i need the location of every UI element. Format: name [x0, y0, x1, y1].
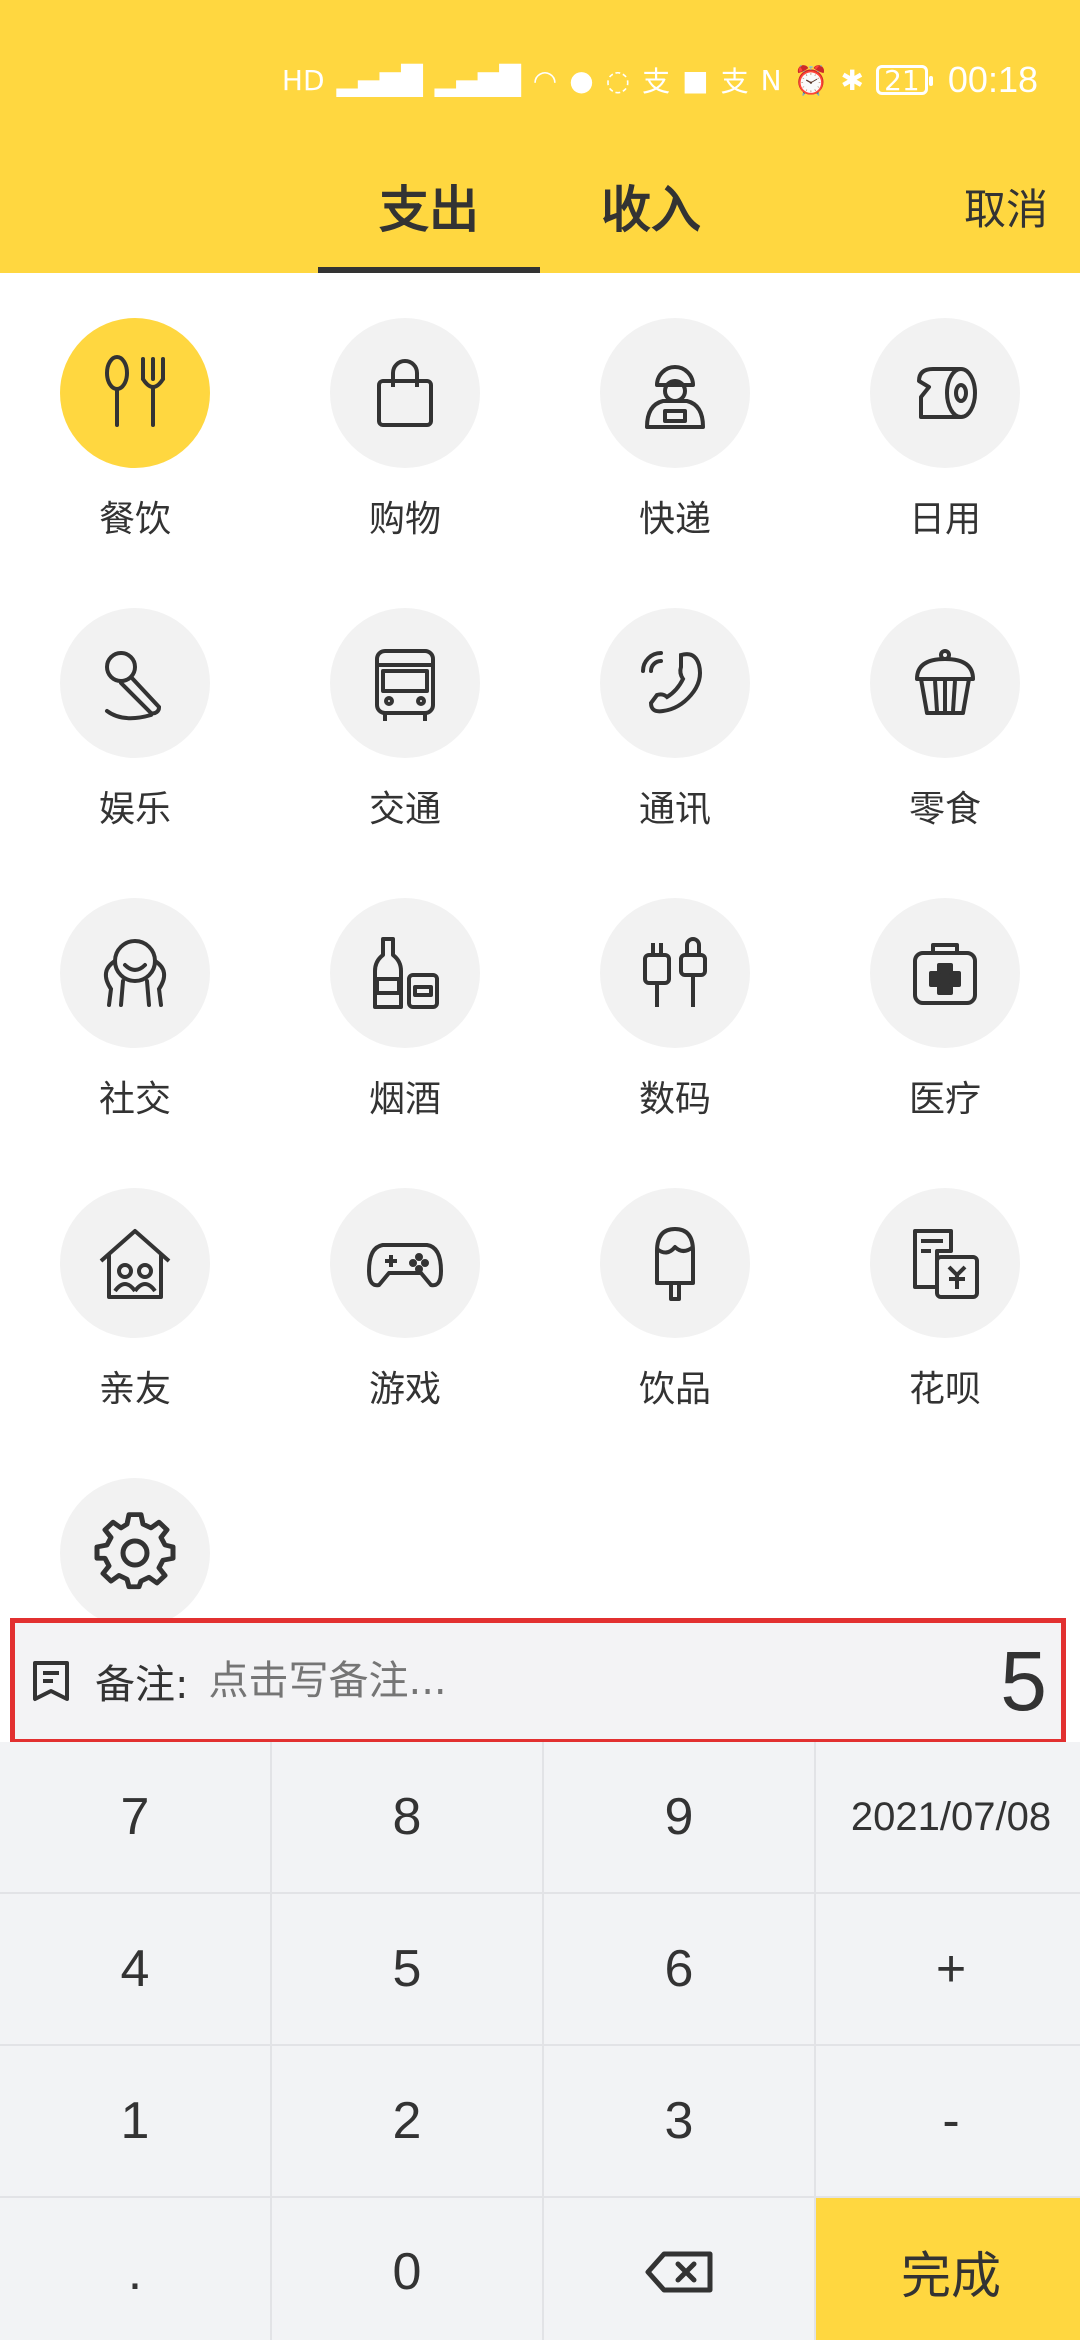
- game-icon: ■: [682, 63, 709, 97]
- social-icon: [103, 939, 167, 1007]
- note-bar[interactable]: 备注: 5: [10, 1618, 1066, 1744]
- key-7[interactable]: 7: [0, 1742, 270, 1892]
- key-0[interactable]: 0: [272, 2198, 542, 2340]
- note-icon: [33, 1661, 69, 1701]
- category-medical[interactable]: 医疗: [810, 890, 1080, 1150]
- note-label: 备注:: [95, 1662, 189, 1708]
- bus-icon: [375, 649, 435, 721]
- gamepad-icon: [367, 1243, 443, 1288]
- category-label: 饮品: [638, 1369, 711, 1410]
- backspace-icon: [645, 2251, 713, 2293]
- category-drinks[interactable]: 饮品: [540, 1180, 810, 1440]
- qq-icon: ●: [569, 63, 594, 97]
- key-6[interactable]: 6: [544, 1894, 814, 2044]
- clock: 00:18: [947, 59, 1038, 100]
- utensils-icon: [105, 355, 165, 427]
- category-tobacco-alcohol[interactable]: 烟酒: [270, 890, 540, 1150]
- amount-display: 5: [1000, 1633, 1047, 1728]
- chat-icon: ◌: [605, 63, 631, 97]
- category-label: 通讯: [638, 789, 711, 830]
- done-button[interactable]: 完成: [816, 2198, 1080, 2340]
- cancel-button[interactable]: 取消: [964, 176, 1048, 237]
- key-1[interactable]: 1: [0, 2046, 270, 2196]
- category-games[interactable]: 游戏: [270, 1180, 540, 1440]
- category-label: 日用: [908, 499, 981, 540]
- key-dot[interactable]: .: [0, 2198, 270, 2340]
- signal-4g-icon: ▂▄▆█: [336, 63, 423, 97]
- signal-4g-icon: ▂▄▆█: [434, 63, 521, 97]
- bluetooth-icon: ✱: [840, 63, 864, 97]
- category-shopping[interactable]: 购物: [270, 310, 540, 570]
- category-label: 游戏: [368, 1369, 441, 1410]
- phone-icon: [641, 651, 702, 714]
- category-icon-circle: [60, 318, 210, 468]
- alipay-icon: 支: [642, 65, 671, 98]
- family-house-icon: [99, 1229, 171, 1299]
- category-label: 快递: [638, 499, 711, 540]
- cupcake-icon: [915, 649, 975, 715]
- category-label: 娱乐: [98, 789, 171, 830]
- key-2[interactable]: 2: [272, 2046, 542, 2196]
- key-9[interactable]: 9: [544, 1742, 814, 1892]
- tissue-roll-icon: [917, 367, 977, 419]
- bottle-icon: [373, 937, 439, 1009]
- category-digital[interactable]: 数码: [540, 890, 810, 1150]
- tab-expense[interactable]: 支出: [318, 160, 540, 273]
- bill-icon: [913, 1229, 979, 1299]
- status-icons: HD ▂▄▆█ ▂▄▆█ ◠ ● ◌ 支 ■ 支 N ⏰ ✱ 21: [281, 60, 933, 100]
- key-plus[interactable]: +: [816, 1894, 1080, 2044]
- category-label: 花呗: [908, 1369, 981, 1410]
- medkit-icon: [913, 943, 977, 1005]
- alarm-icon: ⏰: [793, 63, 829, 97]
- alipay-icon: 支: [720, 65, 749, 98]
- category-social[interactable]: 社交: [0, 890, 270, 1150]
- category-label: 交通: [368, 789, 441, 830]
- category-huabei[interactable]: 花呗: [810, 1180, 1080, 1440]
- type-tabs: 支出 收入: [318, 160, 762, 273]
- backspace-button[interactable]: [544, 2198, 814, 2340]
- category-label: 社交: [98, 1079, 171, 1120]
- key-4[interactable]: 4: [0, 1894, 270, 2044]
- category-telecom[interactable]: 通讯: [540, 600, 810, 860]
- category-dining[interactable]: 餐饮: [0, 310, 270, 570]
- wifi-icon: ◠: [532, 63, 558, 97]
- shopping-bag-icon: [377, 359, 433, 427]
- category-label: 医疗: [908, 1079, 981, 1120]
- settings-gear-icon: [94, 1512, 176, 1590]
- header: HD ▂▄▆█ ▂▄▆█ ◠ ● ◌ 支 ■ 支 N ⏰ ✱ 21 00:18 …: [0, 0, 1080, 273]
- category-label: 零食: [908, 789, 981, 830]
- key-5[interactable]: 5: [272, 1894, 542, 2044]
- battery-icon: 21: [875, 64, 933, 97]
- microphone-icon: [105, 651, 161, 721]
- category-label: 购物: [368, 499, 441, 540]
- category-family-friends[interactable]: 亲友: [0, 1180, 270, 1440]
- key-3[interactable]: 3: [544, 2046, 814, 2196]
- category-entertainment[interactable]: 娱乐: [0, 600, 270, 860]
- category-daily[interactable]: 日用: [810, 310, 1080, 570]
- courier-icon: [645, 365, 705, 429]
- category-label: 烟酒: [368, 1079, 441, 1120]
- date-picker-button[interactable]: 2021/07/08: [816, 1742, 1080, 1892]
- category-label: 数码: [638, 1079, 711, 1120]
- note-input[interactable]: [208, 1658, 929, 1704]
- popsicle-icon: [655, 1227, 695, 1301]
- tab-income[interactable]: 收入: [540, 160, 762, 273]
- category-courier[interactable]: 快递: [540, 310, 810, 570]
- category-label: 餐饮: [98, 499, 171, 540]
- nfc-icon: N: [760, 63, 782, 97]
- key-minus[interactable]: -: [816, 2046, 1080, 2196]
- cable-icon: [643, 937, 707, 1007]
- status-bar: HD ▂▄▆█ ▂▄▆█ ◠ ● ◌ 支 ■ 支 N ⏰ ✱ 21 00:18: [0, 52, 1080, 108]
- category-label: 亲友: [98, 1369, 171, 1410]
- category-transport[interactable]: 交通: [270, 600, 540, 860]
- key-8[interactable]: 8: [272, 1742, 542, 1892]
- hd-icon: HD: [281, 63, 325, 97]
- keypad: 7 8 9 2021/07/08 4 5 6 + 1 2 3 - . 0 完成: [0, 1742, 1080, 2340]
- category-snacks[interactable]: 零食: [810, 600, 1080, 860]
